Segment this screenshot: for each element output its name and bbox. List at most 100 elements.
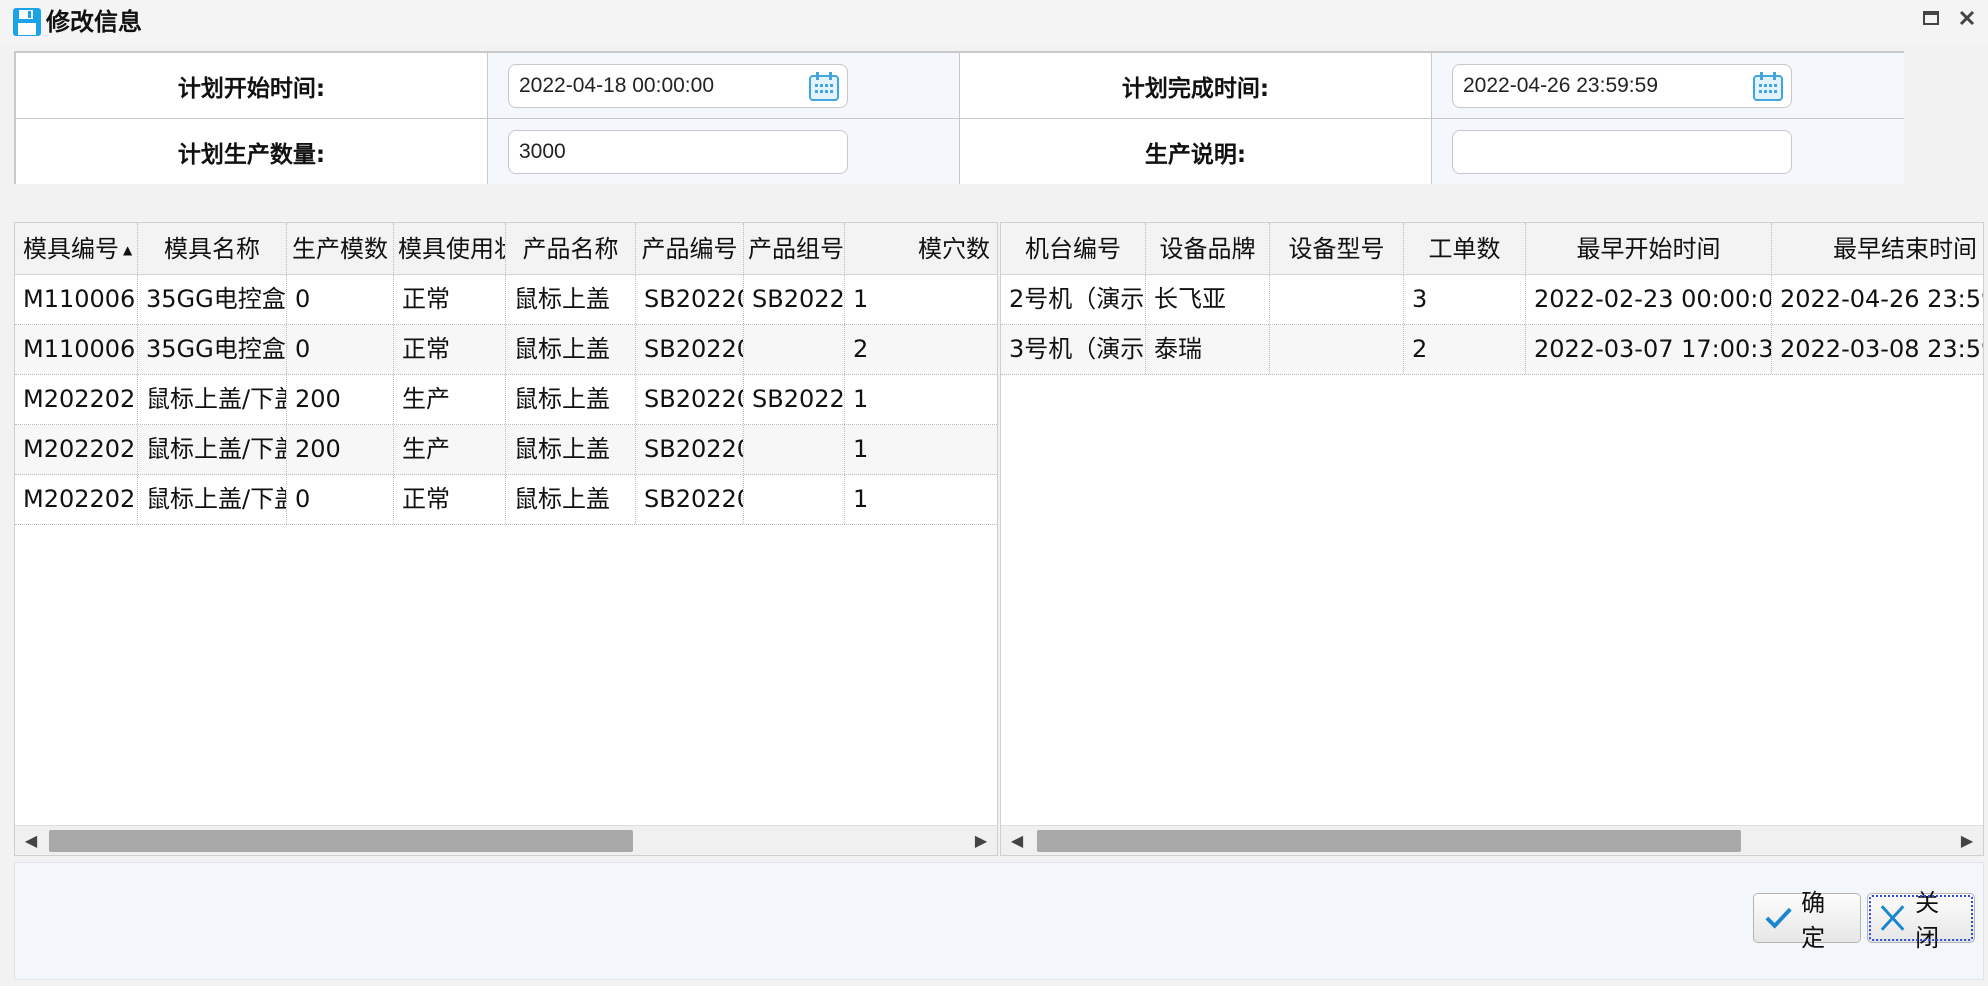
scroll-thumb[interactable]: [1037, 830, 1741, 852]
sort-asc-icon: ▲: [123, 243, 133, 257]
description-cell: [1432, 119, 1904, 184]
end-time-value: 2022-04-26 23:59:59: [1463, 73, 1658, 97]
mold-row[interactable]: M2022022 鼠标上盖/下盖 200 生产 鼠标上盖 SB20220 1: [15, 425, 997, 475]
mold-cell: 0: [287, 275, 394, 324]
mold-cell: [744, 325, 845, 374]
mold-cell: 正常: [394, 275, 506, 324]
col-cavity-count[interactable]: 模穴数: [845, 223, 997, 275]
machine-row[interactable]: 3号机（演示 泰瑞 2 2022-03-07 17:00:31 2022-03-08 2…: [1001, 325, 1983, 375]
start-time-label: 计划开始时间:: [16, 53, 488, 119]
scroll-right-icon[interactable]: ▶: [971, 831, 991, 851]
col-mold-name[interactable]: 模具名称: [138, 223, 287, 275]
scroll-left-icon[interactable]: ◀: [21, 831, 41, 851]
mold-cell: 鼠标上盖: [506, 425, 636, 474]
mold-cell: SB20220: [636, 275, 744, 324]
mold-cell: M2022022: [15, 375, 138, 424]
col-product-code[interactable]: 产品编号: [636, 223, 744, 275]
mold-row[interactable]: M110006 35GG电控盒 0 正常 鼠标上盖 SB20220 2: [15, 325, 997, 375]
col-product-group[interactable]: 产品组号: [744, 223, 845, 275]
quantity-input[interactable]: 3000: [508, 129, 848, 174]
mold-cell: 1: [845, 425, 997, 474]
machine-cell: 泰瑞: [1146, 325, 1270, 374]
machine-cell: [1270, 275, 1404, 324]
plan-form: 计划开始时间: 2022-04-18 00:00:00 计划完成时间: 2022…: [14, 51, 1904, 184]
calendar-icon[interactable]: [807, 71, 841, 103]
mold-row[interactable]: M2022022 鼠标上盖/下盖 0 正常 鼠标上盖 SB20220 1: [15, 475, 997, 525]
mold-cell: 1: [845, 475, 997, 524]
description-input[interactable]: [1452, 129, 1792, 174]
col-mold-status[interactable]: 模具使用状: [394, 223, 506, 275]
close-button[interactable]: 关闭: [1867, 889, 1975, 952]
machine-row[interactable]: 2号机（演示 长飞亚 3 2022-02-23 00:00:00 2022-04-26 …: [1001, 275, 1983, 325]
mold-cell: 鼠标上盖/下盖: [138, 475, 287, 524]
mold-cell: 2: [845, 325, 997, 374]
mold-cell: M2022022: [15, 425, 138, 474]
machine-cell: 3号机（演示: [1001, 325, 1146, 374]
mold-cell: SB20220: [636, 425, 744, 474]
close-button-label: 关闭: [1915, 889, 1940, 952]
col-mold-code-label: 模具编号: [23, 235, 119, 263]
mold-cell: SB20220: [744, 275, 845, 324]
end-time-input[interactable]: 2022-04-26 23:59:59: [1452, 63, 1792, 108]
col-order-count[interactable]: 工单数: [1404, 223, 1526, 275]
start-time-cell: 2022-04-18 00:00:00: [488, 53, 960, 119]
maximize-icon[interactable]: [1918, 8, 1944, 34]
window-title: 修改信息: [46, 8, 142, 36]
mold-cell: 0: [287, 475, 394, 524]
mold-cell: SB20220: [636, 475, 744, 524]
col-mold-code[interactable]: 模具编号 ▲: [15, 223, 138, 275]
mold-cell: SB20220: [744, 375, 845, 424]
mold-cell: 1: [845, 275, 997, 324]
save-icon: [13, 8, 41, 36]
close-icon[interactable]: [1954, 8, 1980, 34]
col-production-count[interactable]: 生产模数: [287, 223, 394, 275]
mold-cell: 35GG电控盒: [138, 275, 287, 324]
machine-cell: 2022-03-07 17:00:31: [1526, 325, 1772, 374]
col-earliest-start[interactable]: 最早开始时间: [1526, 223, 1772, 275]
mold-cell: [744, 475, 845, 524]
machine-grid-hscrollbar[interactable]: ◀ ▶: [1001, 825, 1983, 855]
end-time-cell: 2022-04-26 23:59:59: [1432, 53, 1904, 119]
quantity-value: 3000: [519, 139, 566, 163]
mold-row[interactable]: M11000635GG电控盒0正常鼠标上盖SB20220SB202201: [15, 275, 997, 325]
mold-cell: M110006: [15, 325, 138, 374]
quantity-label: 计划生产数量:: [16, 119, 488, 184]
mold-cell: 鼠标上盖/下盖: [138, 425, 287, 474]
mold-grid-hscrollbar[interactable]: ◀ ▶: [15, 825, 997, 855]
mold-cell: [744, 425, 845, 474]
col-machine-code[interactable]: 机台编号: [1001, 223, 1146, 275]
title-bar: 修改信息: [0, 0, 1988, 44]
machine-grid-header: 机台编号 设备品牌 设备型号 工单数 最早开始时间 最早结束时间: [1001, 223, 1983, 275]
mold-cell: 200: [287, 375, 394, 424]
mold-cell: 鼠标上盖: [506, 375, 636, 424]
mold-cell: M2022022: [15, 475, 138, 524]
start-time-value: 2022-04-18 00:00:00: [519, 73, 714, 97]
mold-cell: 鼠标上盖: [506, 325, 636, 374]
mold-cell: 200: [287, 425, 394, 474]
scroll-thumb[interactable]: [49, 830, 633, 852]
col-brand[interactable]: 设备品牌: [1146, 223, 1270, 275]
mold-grid-header: 模具编号 ▲ 模具名称 生产模数 模具使用状 产品名称 产品编号 产品组号 模穴数: [15, 223, 997, 275]
machine-grid: 机台编号 设备品牌 设备型号 工单数 最早开始时间 最早结束时间 2号机（演示长…: [1000, 222, 1984, 856]
machine-cell: 3: [1404, 275, 1526, 324]
mold-cell: 鼠标上盖: [506, 475, 636, 524]
calendar-icon[interactable]: [1751, 71, 1785, 103]
scroll-left-icon[interactable]: ◀: [1007, 831, 1027, 851]
mold-cell: 0: [287, 325, 394, 374]
check-icon: [1765, 907, 1792, 929]
confirm-button[interactable]: 确定: [1753, 889, 1861, 952]
col-earliest-end[interactable]: 最早结束时间: [1772, 223, 1983, 275]
machine-cell: [1270, 325, 1404, 374]
mold-cell: 鼠标上盖/下盖: [138, 375, 287, 424]
close-x-icon: [1880, 905, 1905, 931]
machine-cell: 2号机（演示: [1001, 275, 1146, 324]
machine-cell: 2022-02-23 00:00:00: [1526, 275, 1772, 324]
col-model[interactable]: 设备型号: [1270, 223, 1404, 275]
mold-row[interactable]: M2022022鼠标上盖/下盖200生产鼠标上盖SB20220SB202201: [15, 375, 997, 425]
col-product-name[interactable]: 产品名称: [506, 223, 636, 275]
machine-cell: 长飞亚: [1146, 275, 1270, 324]
scroll-right-icon[interactable]: ▶: [1957, 831, 1977, 851]
mold-cell: 35GG电控盒: [138, 325, 287, 374]
mold-grid: 模具编号 ▲ 模具名称 生产模数 模具使用状 产品名称 产品编号 产品组号 模穴数…: [14, 222, 998, 856]
start-time-input[interactable]: 2022-04-18 00:00:00: [508, 63, 848, 108]
